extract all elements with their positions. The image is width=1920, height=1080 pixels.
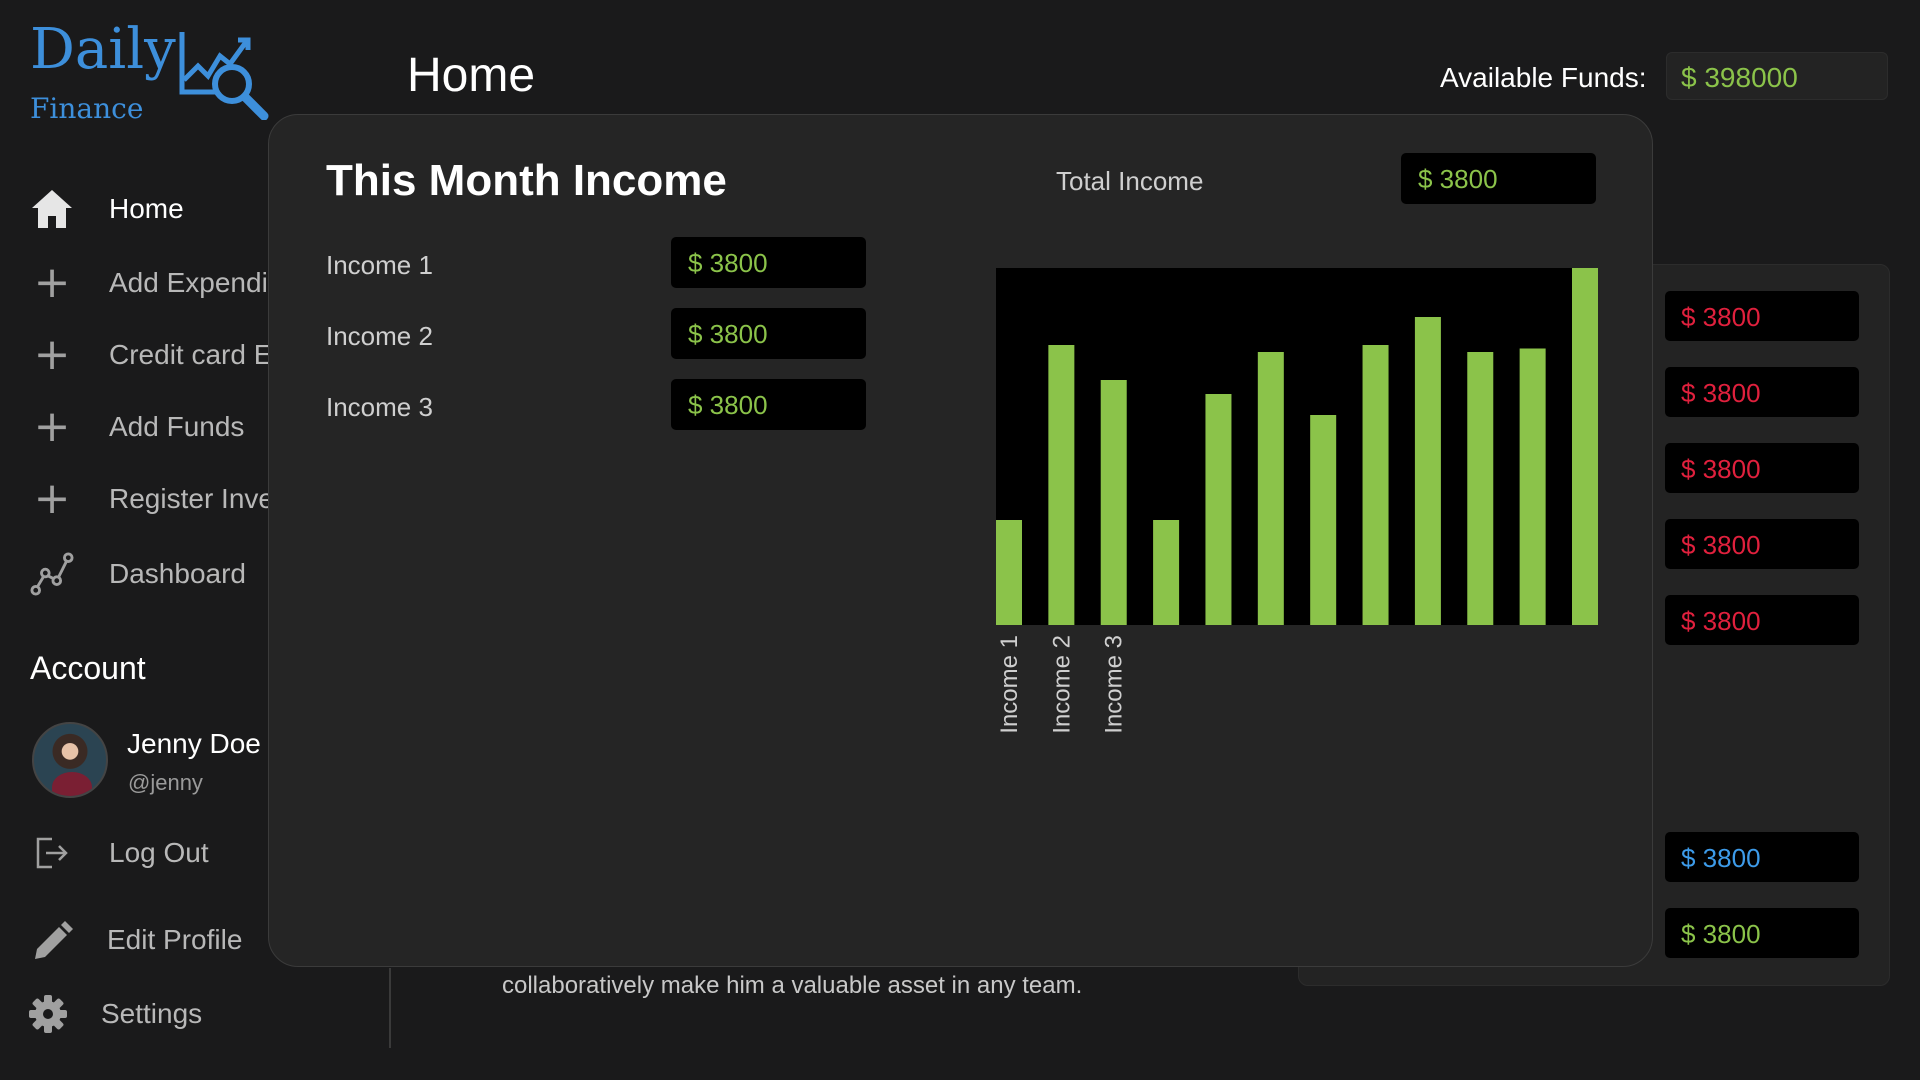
page-title: Home — [407, 49, 536, 102]
available-funds-value: $ 398000 — [1666, 52, 1888, 100]
plus-icon: + — [33, 401, 71, 452]
available-funds-label: Available Funds: — [1440, 62, 1647, 93]
expense-value: $ 3800 — [1665, 443, 1859, 493]
chart-bar — [1362, 345, 1389, 625]
account-heading: Account — [30, 650, 146, 686]
logo-subtitle: Finance — [30, 92, 144, 125]
chart-tick-label: Income 3 — [1101, 635, 1128, 734]
dashboard-icon — [30, 552, 74, 596]
income-label: Income 3 — [326, 392, 433, 422]
chart-bar — [1414, 317, 1441, 625]
edit-profile-button[interactable]: Edit Profile — [0, 912, 270, 968]
chart-bar — [1519, 348, 1546, 625]
home-icon — [30, 187, 74, 231]
chart-tick-label: Income 1 — [996, 635, 1023, 734]
income-label: Income 2 — [326, 321, 433, 351]
chart-bar — [1257, 352, 1284, 625]
pencil-icon — [30, 918, 74, 962]
expense-value: $ 3800 — [1665, 595, 1859, 645]
logo-wordmark: Daily — [30, 17, 176, 82]
chart-bar — [1100, 380, 1127, 625]
expense-value: $ 3800 — [1665, 519, 1859, 569]
income-bar-chart: Income 1 Income 2 Income 3 — [996, 268, 1598, 734]
chart-bar — [1310, 415, 1337, 625]
income-value: $ 3800 — [671, 379, 866, 430]
logout-icon — [30, 831, 74, 875]
sidebar-item-add-expenditure[interactable]: + Add Expenditure — [0, 255, 316, 311]
investment-value: $ 3800 — [1665, 832, 1859, 882]
plus-icon: + — [33, 473, 71, 524]
sidebar-item-register-investment[interactable]: + Register Investment — [0, 471, 358, 527]
gear-icon — [26, 992, 70, 1036]
settings-button[interactable]: Settings — [0, 986, 270, 1042]
background-paragraph: collaboratively make him a valuable asse… — [502, 972, 1083, 999]
plus-icon: + — [33, 329, 71, 380]
divider — [389, 968, 391, 1048]
total-income-label: Total Income — [1056, 166, 1204, 196]
sidebar-item-credit-card[interactable]: + Credit card Expense — [0, 327, 363, 383]
finance-search-icon — [179, 32, 269, 120]
funds-value: $ 3800 — [1665, 908, 1859, 958]
chart-bar — [996, 520, 1022, 625]
modal-title: This Month Income — [326, 156, 727, 205]
sidebar-item-dashboard[interactable]: Dashboard — [0, 546, 270, 602]
income-label: Income 1 — [326, 250, 433, 280]
chart-bar — [1048, 345, 1075, 625]
sidebar-item-label: Home — [109, 193, 184, 224]
logout-button[interactable]: Log Out — [0, 825, 270, 881]
sidebar-item-label: Dashboard — [109, 558, 246, 589]
expense-value: $ 3800 — [1665, 291, 1859, 341]
sidebar-item-label: Edit Profile — [107, 924, 243, 955]
sidebar-item-add-funds[interactable]: + Add Funds — [0, 399, 270, 455]
plus-icon: + — [33, 257, 71, 308]
income-value: $ 3800 — [671, 308, 866, 359]
chart-bar — [1153, 520, 1180, 625]
user-name: Jenny Doe — [127, 728, 261, 759]
chart-tick-label: Income 2 — [1048, 635, 1075, 734]
chart-bar — [1467, 352, 1494, 625]
chart-bar — [1205, 394, 1232, 625]
avatar — [32, 722, 108, 798]
income-value: $ 3800 — [671, 237, 866, 288]
chart-bar — [1572, 268, 1598, 625]
sidebar-item-label: Add Funds — [109, 411, 245, 442]
total-income-value: $ 3800 — [1401, 153, 1596, 204]
expense-value: $ 3800 — [1665, 367, 1859, 417]
sidebar-item-label: Log Out — [109, 837, 209, 868]
user-handle: @jenny — [128, 770, 203, 795]
chart-plot-area — [996, 268, 1598, 625]
sidebar-item-label: Settings — [101, 998, 203, 1029]
sidebar-item-home[interactable]: Home — [0, 181, 270, 237]
